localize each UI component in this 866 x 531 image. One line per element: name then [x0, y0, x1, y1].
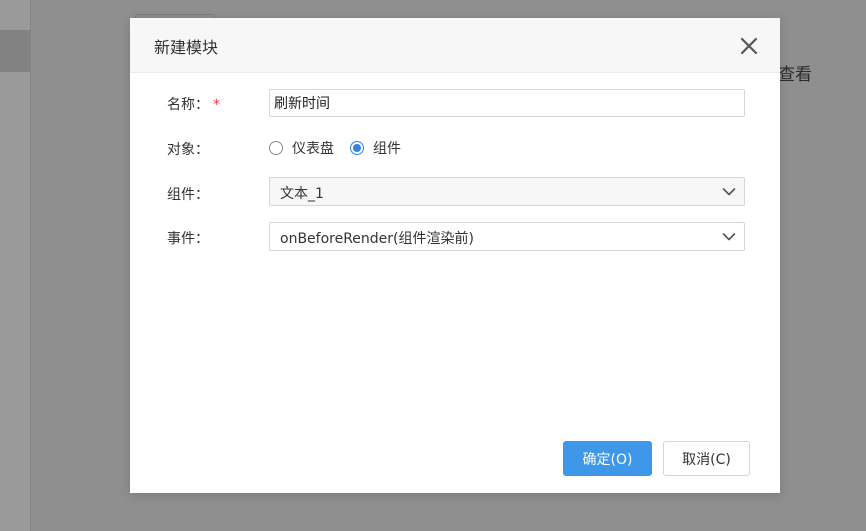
radio-dashboard[interactable]: [269, 141, 283, 155]
radio-component-label: 组件: [373, 141, 401, 157]
target-radio-group: 仪表盘 组件: [269, 138, 401, 158]
radio-component[interactable]: [350, 141, 364, 155]
radio-dashboard-label: 仪表盘: [292, 141, 334, 157]
close-icon: [740, 37, 758, 55]
chevron-down-icon: [722, 233, 736, 241]
name-label: 名称： *: [167, 97, 220, 113]
background-view-text: 查看: [778, 65, 812, 85]
event-select[interactable]: onBeforeRender(组件渲染前): [269, 222, 745, 251]
event-select-value: onBeforeRender(组件渲染前): [280, 231, 474, 247]
close-button[interactable]: [736, 33, 762, 59]
required-mark: *: [213, 97, 220, 113]
radio-option-dashboard[interactable]: 仪表盘: [269, 138, 334, 158]
background-sidebar-item: [0, 30, 30, 72]
component-select-value: 文本_1: [280, 186, 324, 202]
target-label: 对象：: [167, 142, 209, 158]
confirm-button[interactable]: 确定(O): [563, 441, 652, 476]
background-sidebar: [0, 0, 31, 531]
new-module-dialog: 新建模块 名称：* 对象： 仪表盘 组件 组件： 文本_1 事件： onBefo…: [130, 18, 780, 493]
dialog-title: 新建模块: [154, 38, 219, 57]
chevron-down-icon: [722, 188, 736, 196]
cancel-button[interactable]: 取消(C): [663, 441, 750, 476]
event-label: 事件：: [167, 231, 209, 247]
name-input[interactable]: [269, 89, 745, 117]
dialog-header: 新建模块: [130, 18, 780, 73]
radio-option-component[interactable]: 组件: [350, 138, 401, 158]
component-label: 组件：: [167, 187, 209, 203]
component-select[interactable]: 文本_1: [269, 177, 745, 206]
